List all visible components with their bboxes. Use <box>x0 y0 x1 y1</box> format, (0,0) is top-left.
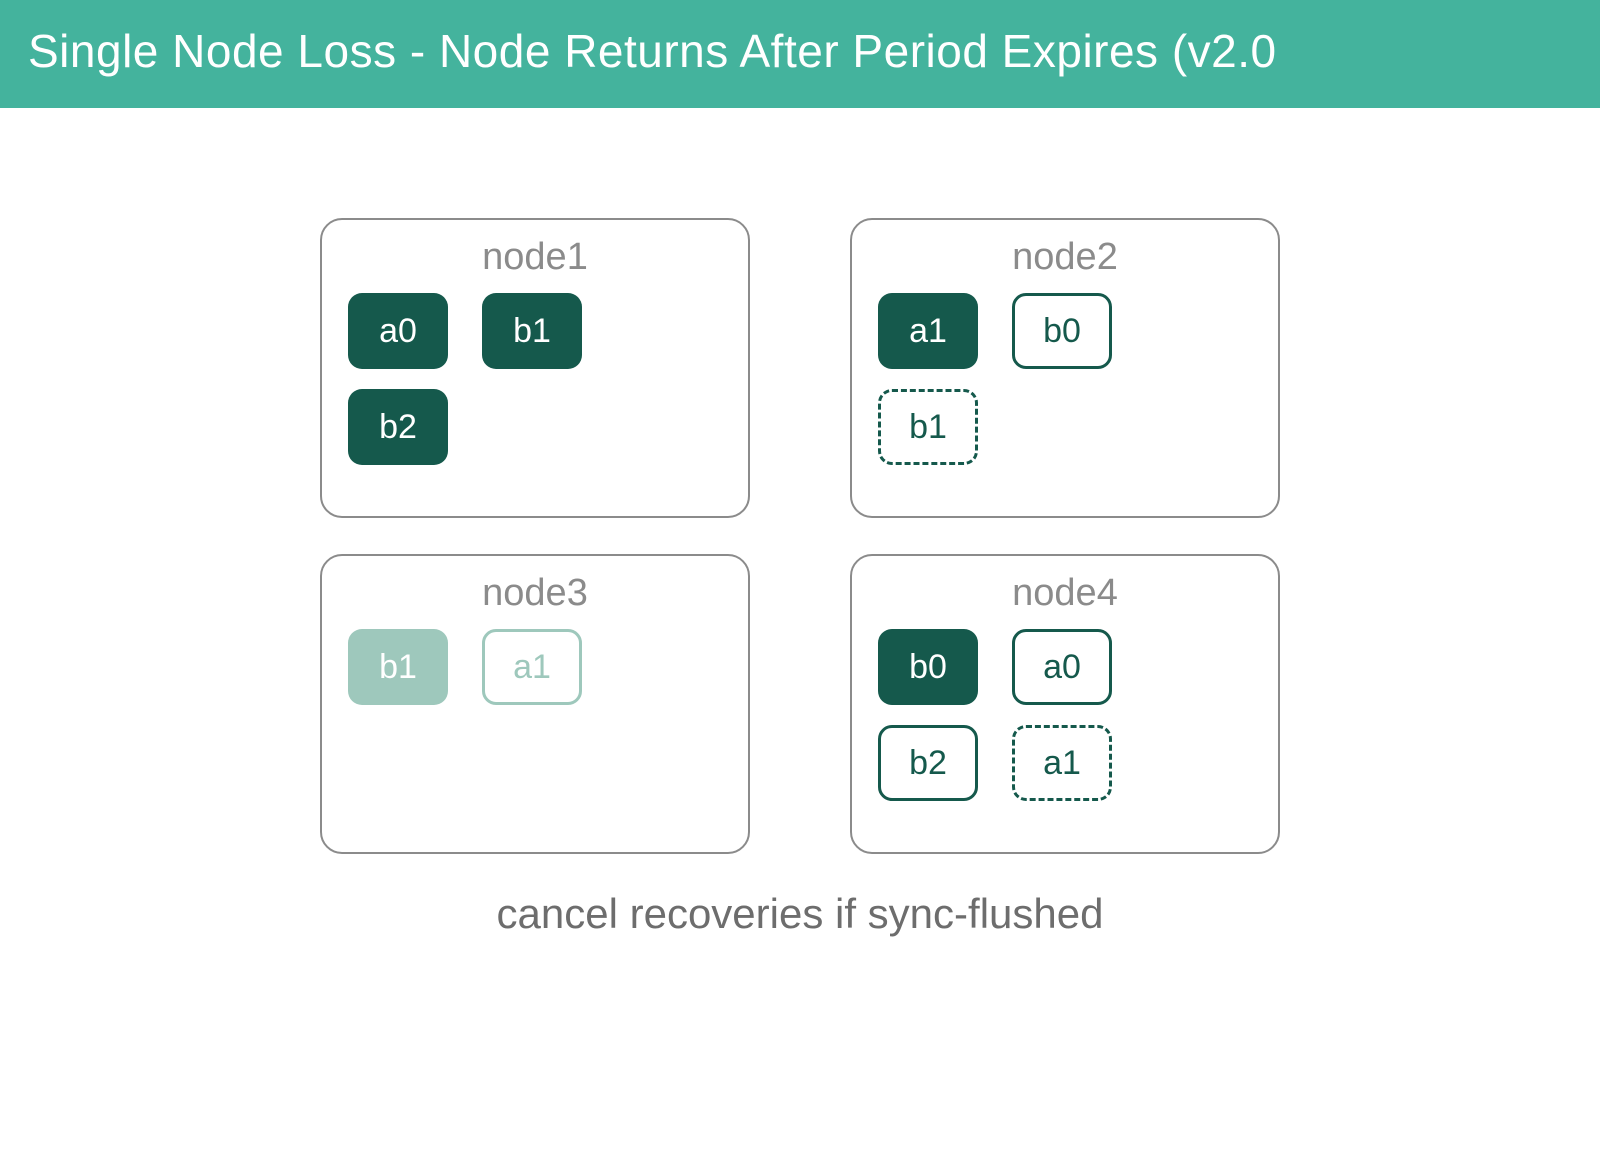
shard-primary: a0 <box>348 293 448 369</box>
node-title: node4 <box>878 572 1252 615</box>
node-title: node1 <box>348 236 722 279</box>
shard-primary: b1 <box>482 293 582 369</box>
shard-replica: b0 <box>1012 293 1112 369</box>
shard-row: b1 <box>878 389 1252 465</box>
node-box-node3: node3 b1 a1 <box>320 554 750 854</box>
shard-primary: b2 <box>348 389 448 465</box>
shard-recovering: a1 <box>1012 725 1112 801</box>
shard-primary: a1 <box>878 293 978 369</box>
shard-row: b1 a1 <box>348 629 722 705</box>
slide-title-banner: Single Node Loss - Node Returns After Pe… <box>0 0 1600 108</box>
node-box-node2: node2 a1 b0 b1 <box>850 218 1280 518</box>
shard-primary: b0 <box>878 629 978 705</box>
shard-row: b0 a0 <box>878 629 1252 705</box>
shard-stale-replica: a1 <box>482 629 582 705</box>
shard-replica: b2 <box>878 725 978 801</box>
node-title: node2 <box>878 236 1252 279</box>
node-box-node4: node4 b0 a0 b2 a1 <box>850 554 1280 854</box>
shard-row: b2 a1 <box>878 725 1252 801</box>
node-title: node3 <box>348 572 722 615</box>
slide-title: Single Node Loss - Node Returns After Pe… <box>28 25 1277 77</box>
shard-stale-primary: b1 <box>348 629 448 705</box>
shard-row: a1 b0 <box>878 293 1252 369</box>
diagram-stage: node1 a0 b1 b2 node2 a1 b0 b1 node3 b1 <box>0 108 1600 938</box>
shard-replica: a0 <box>1012 629 1112 705</box>
diagram-caption: cancel recoveries if sync-flushed <box>0 890 1600 938</box>
shard-recovering: b1 <box>878 389 978 465</box>
node-grid: node1 a0 b1 b2 node2 a1 b0 b1 node3 b1 <box>320 218 1280 854</box>
shard-row: b2 <box>348 389 722 465</box>
node-box-node1: node1 a0 b1 b2 <box>320 218 750 518</box>
shard-row: a0 b1 <box>348 293 722 369</box>
